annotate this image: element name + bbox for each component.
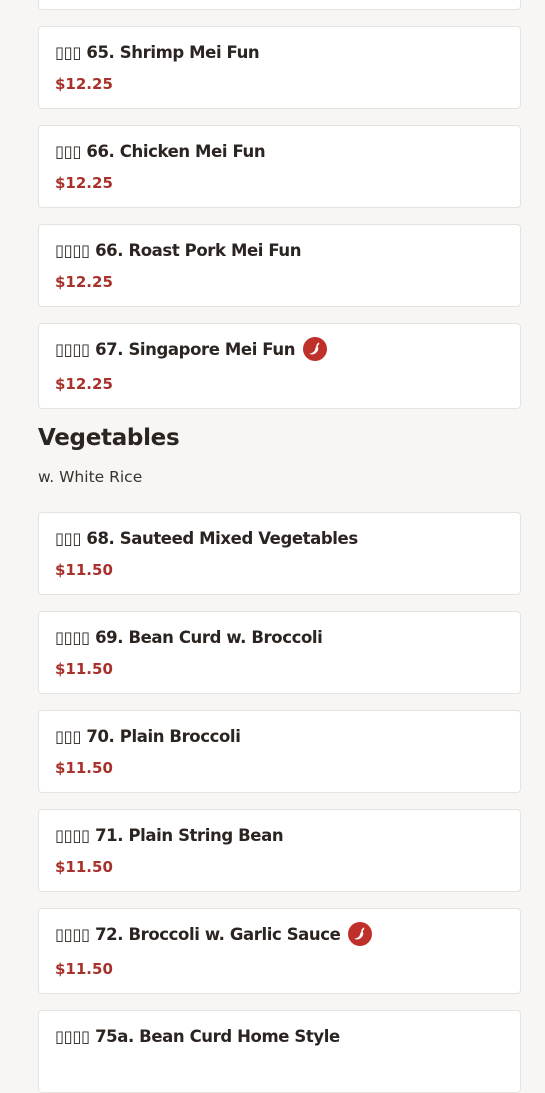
menu-item-price: $12.25 [55,375,113,393]
menu-item-price [55,1059,504,1077]
menu-item-name: ▯▯▯▯ 72. Broccoli w. Garlic Sauce [55,924,341,944]
section-subtitle: w. White Rice [38,468,143,486]
menu-section-vegetables: Vegetables w. White Rice [38,425,521,488]
menu-item-name: ▯▯▯▯ 75a. Bean Curd Home Style [55,1026,340,1046]
menu-item-name: ▯▯▯ 66. Chicken Mei Fun [55,141,266,161]
menu-item-name: ▯▯▯ 68. Sauteed Mixed Vegetables [55,528,358,548]
menu-item-card[interactable]: ▯▯▯ 66. Chicken Mei Fun $12.25 [38,125,521,208]
menu-item-card[interactable]: ▯▯▯▯ 71. Plain String Bean $11.50 [38,809,521,892]
menu-item-card[interactable]: ▯▯▯▯ 66. Roast Pork Mei Fun $12.25 [38,224,521,307]
menu-item-price: $11.50 [55,759,113,777]
menu-item-name: ▯▯▯▯ 71. Plain String Bean [55,825,284,845]
menu-item-price: $12.25 [55,273,113,291]
chili-pepper-icon [303,337,328,361]
menu-item-price: $11.50 [55,561,113,579]
menu-item-card[interactable]: ▯▯▯▯ 69. Bean Curd w. Broccoli $11.50 [38,611,521,694]
menu-item-card[interactable]: ▯▯▯▯ 67. Singapore Mei Fun $12.25 [38,323,521,409]
section-title: Vegetables [38,425,180,451]
menu-item-name: ▯▯▯ 65. Shrimp Mei Fun [55,42,260,62]
menu-item-price: $11.50 [55,960,113,978]
menu-item-price: $11.50 [55,858,113,876]
menu-item-card[interactable]: ▯▯▯▯ 72. Broccoli w. Garlic Sauce $11.50 [38,908,521,994]
menu-item-card[interactable]: ▯▯▯ 65. Shrimp Mei Fun $12.25 [38,26,521,109]
menu-list: ▯▯▯ 65. Shrimp Mei Fun $12.25 ▯▯▯ 66. Ch… [38,0,521,1093]
menu-item-name: ▯▯▯▯ 67. Singapore Mei Fun [55,339,296,359]
chili-pepper-icon [348,922,373,946]
menu-page: ▯▯▯ 65. Shrimp Mei Fun $12.25 ▯▯▯ 66. Ch… [0,0,545,1093]
menu-item-card[interactable]: ▯▯▯▯ 75a. Bean Curd Home Style [38,1010,521,1093]
menu-item-card[interactable]: ▯▯▯ 70. Plain Broccoli $11.50 [38,710,521,793]
menu-item-name: ▯▯▯▯ 69. Bean Curd w. Broccoli [55,627,323,647]
menu-item-price: $12.25 [55,75,113,93]
menu-item-card[interactable] [38,0,521,10]
menu-item-name: ▯▯▯▯ 66. Roast Pork Mei Fun [55,240,302,260]
menu-item-price: $12.25 [55,174,113,192]
menu-item-price: $11.50 [55,660,113,678]
menu-item-name: ▯▯▯ 70. Plain Broccoli [55,726,241,746]
menu-item-card[interactable]: ▯▯▯ 68. Sauteed Mixed Vegetables $11.50 [38,512,521,595]
